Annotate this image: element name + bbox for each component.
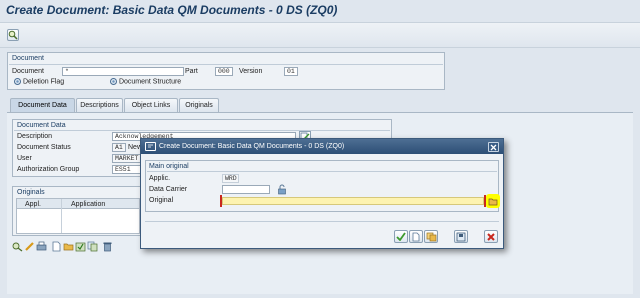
document-group: Document Document * Part 000 Version 01 … <box>7 52 445 90</box>
lock-icon[interactable] <box>277 184 287 195</box>
version-label: Version <box>239 68 263 75</box>
originals-group: Originals Appl. Application <box>12 186 142 236</box>
tab-object-links[interactable]: Object Links <box>124 98 178 112</box>
document-structure[interactable]: Document Structure <box>110 78 181 85</box>
copy-icon <box>426 232 436 241</box>
attachment-icon <box>456 232 466 241</box>
magnifier-glyph <box>8 30 18 40</box>
main-original-title: Main original <box>149 163 189 170</box>
page-glyph <box>52 241 61 252</box>
column-header-application[interactable]: Application <box>71 201 105 208</box>
create-document-dialog: Create Document: Basic Data QM Documents… <box>140 138 504 249</box>
new-original-icon[interactable] <box>51 241 62 252</box>
document-structure-icon <box>110 78 117 85</box>
lock-glyph <box>278 184 286 195</box>
original-label: Original <box>149 197 174 204</box>
column-header-appl[interactable]: Appl. <box>25 201 41 208</box>
document-number-field[interactable]: * <box>62 67 184 76</box>
file-browse-button[interactable] <box>486 194 500 208</box>
group-divider <box>147 171 497 172</box>
document-label: Document <box>12 68 44 75</box>
document-status-label: Document Status <box>17 144 71 151</box>
footer-divider <box>145 221 499 222</box>
execute-icon[interactable] <box>7 29 19 41</box>
document-status-code[interactable]: A1 <box>112 143 126 152</box>
document-data-group-title: Document Data <box>17 122 66 129</box>
print-original-icon[interactable] <box>36 241 47 252</box>
version-field[interactable]: 01 <box>284 67 298 76</box>
window-glyph <box>148 144 153 148</box>
save-as-button[interactable] <box>454 230 468 243</box>
copy-glyph <box>87 241 98 252</box>
dialog-close-button[interactable] <box>488 142 499 152</box>
printer-glyph <box>36 241 47 251</box>
original-file-field[interactable] <box>222 197 484 205</box>
display-original-icon[interactable] <box>12 241 23 252</box>
tab-document-data[interactable]: Document Data <box>10 98 75 112</box>
copy-original-icon[interactable] <box>87 241 98 252</box>
data-carrier-field[interactable] <box>222 185 270 194</box>
folder-icon <box>488 198 498 205</box>
originals-group-title: Originals <box>17 189 45 196</box>
authorization-group-label: Authorization Group <box>17 166 80 173</box>
user-field[interactable]: MARKET <box>112 154 141 163</box>
close-icon <box>490 144 497 150</box>
data-carrier-label: Data Carrier <box>149 186 188 193</box>
trash-glyph <box>103 242 112 252</box>
deletion-flag-icon <box>14 78 21 85</box>
deletion-flag-label: Deletion Flag <box>22 78 65 86</box>
copy-button[interactable] <box>424 230 438 243</box>
description-label: Description <box>17 133 53 140</box>
continue-button[interactable] <box>394 230 408 243</box>
checkmark-icon <box>396 232 406 241</box>
page-icon <box>412 232 420 241</box>
cancel-icon <box>487 232 495 241</box>
part-field[interactable]: 000 <box>215 67 233 76</box>
pencil-glyph <box>25 242 34 251</box>
authorization-group-field[interactable]: ES51 <box>112 165 141 174</box>
document-group-title: Document <box>12 55 44 62</box>
originals-toolbar <box>12 241 137 254</box>
folder-glyph <box>63 243 74 251</box>
display-glyph <box>12 242 23 252</box>
change-original-icon[interactable] <box>24 241 35 252</box>
user-label: User <box>17 155 32 162</box>
checkin-glyph <box>75 242 86 252</box>
required-marker <box>220 195 222 207</box>
new-document-button[interactable] <box>409 230 423 243</box>
document-structure-label: Document Structure <box>118 78 182 86</box>
dialog-title: Create Document: Basic Data QM Documents… <box>159 143 345 150</box>
open-original-icon[interactable] <box>63 241 74 252</box>
window-title: Create Document: Basic Data QM Documents… <box>6 3 338 17</box>
tab-originals[interactable]: Originals <box>179 98 219 112</box>
tab-descriptions[interactable]: Descriptions <box>76 98 123 112</box>
applic-label: Applic. <box>149 175 171 182</box>
group-divider <box>9 64 443 65</box>
delete-original-icon[interactable] <box>102 241 113 252</box>
deletion-flag[interactable]: Deletion Flag <box>14 78 64 85</box>
application-toolbar <box>0 22 640 48</box>
window-icon <box>145 142 156 151</box>
part-label: Part <box>185 68 198 75</box>
applic-field[interactable]: WRD <box>222 174 239 183</box>
column-divider <box>61 199 62 233</box>
checkin-original-icon[interactable] <box>75 241 86 252</box>
dialog-header: Create Document: Basic Data QM Documents… <box>141 139 503 154</box>
originals-table[interactable]: Appl. Application <box>16 198 140 234</box>
main-original-group: Main original Applic. WRD Data Carrier O… <box>145 160 500 212</box>
cancel-button[interactable] <box>484 230 498 243</box>
group-divider <box>14 130 390 131</box>
